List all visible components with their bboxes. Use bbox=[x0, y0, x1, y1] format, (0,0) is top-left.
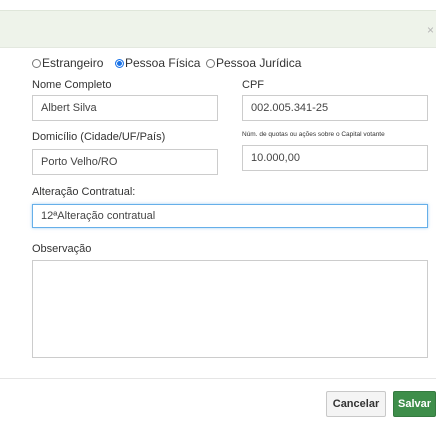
radio-pessoa-fisica-label: Pessoa Física bbox=[125, 56, 201, 70]
quotas-label: Núm. de quotas ou ações sobre o Capital … bbox=[242, 131, 385, 138]
cpf-label: CPF bbox=[242, 79, 264, 91]
radio-estrangeiro[interactable]: Estrangeiro bbox=[32, 57, 103, 70]
observacao-textarea[interactable] bbox=[32, 260, 428, 358]
domicilio-label: Domicílio (Cidade/UF/País) bbox=[32, 131, 166, 143]
radio-unchecked-icon[interactable] bbox=[206, 59, 215, 68]
alteracao-label: Alteração Contratual: bbox=[32, 186, 136, 198]
radio-pessoa-fisica[interactable]: Pessoa Física bbox=[115, 57, 200, 70]
nome-label: Nome Completo bbox=[32, 79, 112, 91]
radio-pessoa-juridica-label: Pessoa Jurídica bbox=[216, 56, 302, 70]
domicilio-field[interactable]: Porto Velho/RO bbox=[32, 149, 218, 175]
close-icon[interactable]: × bbox=[427, 24, 434, 36]
radio-pessoa-juridica[interactable]: Pessoa Jurídica bbox=[206, 57, 301, 70]
nome-field[interactable]: Albert Silva bbox=[32, 95, 218, 121]
footer-divider bbox=[0, 378, 436, 379]
radio-checked-icon[interactable] bbox=[115, 59, 124, 68]
quotas-field[interactable]: 10.000,00 bbox=[242, 145, 428, 171]
alteracao-field[interactable]: 12ªAlteração contratual bbox=[32, 204, 428, 228]
radio-unchecked-icon[interactable] bbox=[32, 59, 41, 68]
observacao-label: Observação bbox=[32, 243, 92, 255]
modal-header: × bbox=[0, 10, 436, 48]
save-button[interactable]: Salvar bbox=[393, 391, 436, 417]
cpf-field[interactable]: 002.005.341-25 bbox=[242, 95, 428, 121]
radio-estrangeiro-label: Estrangeiro bbox=[42, 56, 104, 70]
cancel-button[interactable]: Cancelar bbox=[326, 391, 386, 417]
